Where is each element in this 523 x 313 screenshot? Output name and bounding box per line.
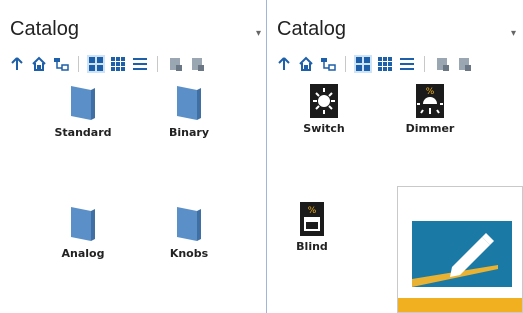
pane-title: Catalog: [277, 18, 346, 40]
pane-title: Catalog: [10, 18, 79, 40]
item-label: Switch: [303, 122, 345, 135]
catalog-folder-item[interactable]: Analog: [38, 205, 128, 260]
item-label: Knobs: [169, 247, 209, 260]
catalog-folder-item[interactable]: Standard: [38, 84, 128, 139]
tree-view-icon[interactable]: [52, 55, 70, 73]
home-icon[interactable]: [30, 55, 48, 73]
toolbar-separator: [424, 56, 425, 72]
toolbar-separator: [157, 56, 158, 72]
item-label: Analog: [61, 247, 105, 260]
import-icon[interactable]: [166, 55, 184, 73]
item-label: Binary: [168, 126, 209, 139]
export-icon[interactable]: [188, 55, 206, 73]
switch-bulb-icon: [310, 84, 338, 118]
blind-icon: %: [300, 202, 324, 236]
import-icon[interactable]: [433, 55, 451, 73]
svg-text:%: %: [308, 206, 317, 216]
folder-book-icon: [71, 86, 95, 120]
catalog-pane-left: Catalog ▾ Standard Binary Analog Knobs: [0, 0, 267, 313]
item-label: Blind: [296, 240, 328, 253]
grid-view-icon[interactable]: [376, 55, 394, 73]
folder-book-icon: [71, 207, 95, 241]
app-logo-tile: [397, 186, 523, 313]
folder-book-icon: [177, 86, 201, 120]
up-arrow-icon[interactable]: [8, 55, 26, 73]
catalog-device-item[interactable]: % Blind: [267, 202, 357, 253]
tree-view-icon[interactable]: [319, 55, 337, 73]
tile-accent-bar: [398, 298, 522, 312]
list-view-icon[interactable]: [398, 55, 416, 73]
edit-pencil-logo: [412, 221, 512, 287]
dimmer-bulb-icon: %: [416, 84, 444, 118]
toolbar-separator: [78, 56, 79, 72]
list-view-icon[interactable]: [131, 55, 149, 73]
item-label: Standard: [54, 126, 112, 139]
up-arrow-icon[interactable]: [275, 55, 293, 73]
export-icon[interactable]: [455, 55, 473, 73]
catalog-folder-item[interactable]: Knobs: [144, 205, 234, 260]
grid-view-icon[interactable]: [109, 55, 127, 73]
folder-book-icon: [177, 207, 201, 241]
pane-menu-arrow-icon[interactable]: ▾: [256, 28, 261, 39]
home-icon[interactable]: [297, 55, 315, 73]
item-label: Dimmer: [405, 122, 455, 135]
catalog-toolbar: [8, 54, 206, 74]
large-icons-view-icon[interactable]: [354, 55, 372, 73]
large-icons-view-icon[interactable]: [87, 55, 105, 73]
svg-text:%: %: [426, 87, 435, 97]
pencil-icon: [412, 233, 498, 287]
pane-menu-arrow-icon[interactable]: ▾: [511, 28, 516, 39]
catalog-device-item[interactable]: Switch: [279, 84, 369, 135]
catalog-toolbar: [275, 54, 473, 74]
toolbar-separator: [345, 56, 346, 72]
catalog-device-item[interactable]: % Dimmer: [385, 84, 475, 135]
catalog-folder-item[interactable]: Binary: [144, 84, 234, 139]
